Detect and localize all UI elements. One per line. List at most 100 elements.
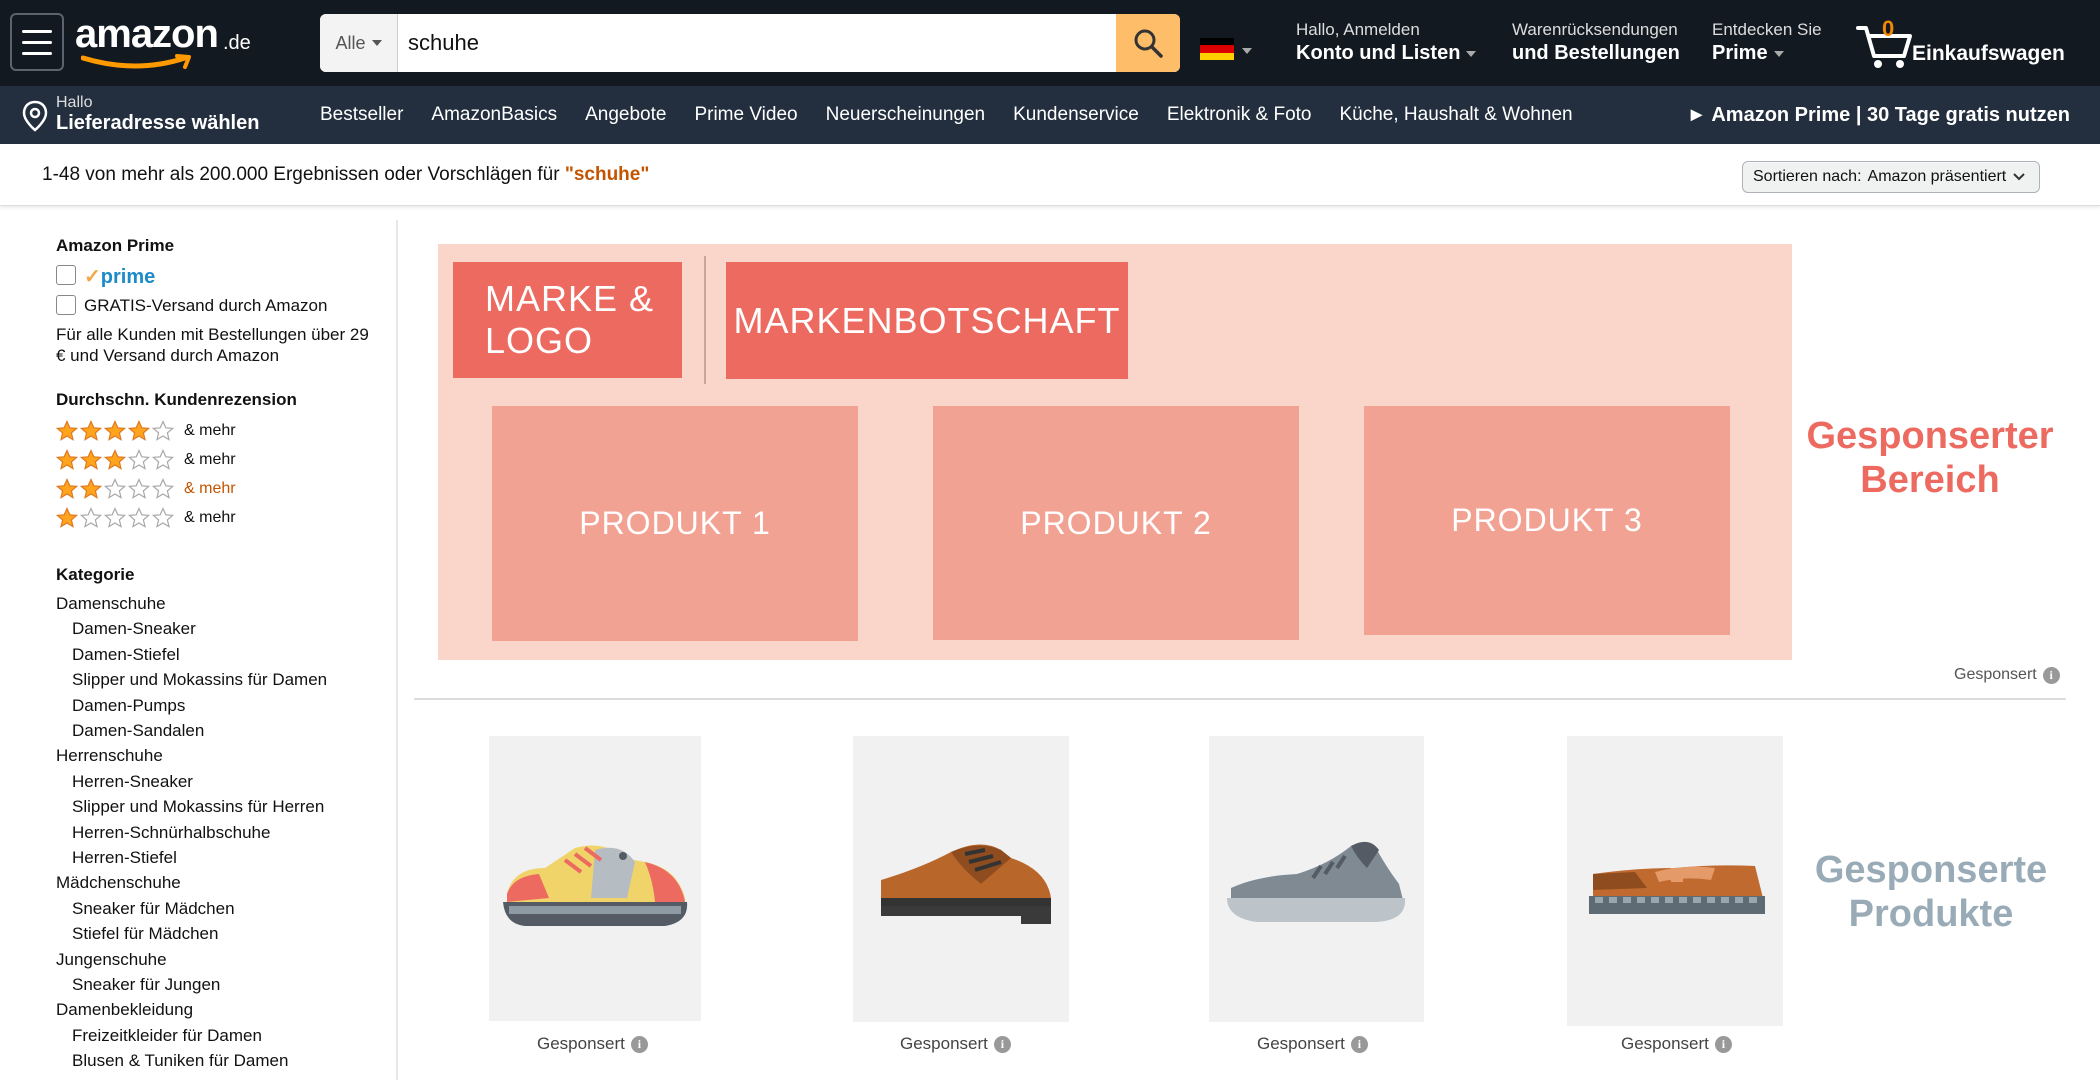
subcategory-item[interactable]: Damen-Stiefel bbox=[72, 645, 180, 665]
hamburger-menu-button[interactable] bbox=[10, 13, 64, 71]
sponsored-product-card[interactable] bbox=[1209, 736, 1424, 1022]
results-query: "schuhe" bbox=[564, 164, 650, 185]
subcategory-item[interactable]: Sneaker für Jungen bbox=[72, 975, 220, 995]
star-filled-icon bbox=[56, 507, 78, 528]
prime-menu[interactable]: Entdecken Sie Prime bbox=[1712, 20, 1822, 65]
subcategory-item[interactable]: Damen-Pumps bbox=[72, 696, 185, 716]
search-category-label: Alle bbox=[335, 32, 366, 53]
subcategory-item[interactable]: Damen-Sandalen bbox=[72, 721, 204, 741]
subcategory-item[interactable]: Herren-Schnürhalbschuhe bbox=[72, 823, 270, 843]
category-item[interactable]: Damenschuhe bbox=[56, 594, 166, 614]
german-flag-icon[interactable] bbox=[1200, 38, 1234, 60]
prime-logo: ✓prime bbox=[84, 264, 155, 289]
banner-sponsored-label[interactable]: Gesponsert i bbox=[1954, 666, 2060, 684]
subcategory-item[interactable]: Blusen & Tuniken für Damen bbox=[72, 1051, 288, 1071]
subcategory-item[interactable]: Sneaker für Mädchen bbox=[72, 899, 235, 919]
brand-logo-label: MARKE & LOGO bbox=[485, 278, 655, 361]
info-icon[interactable]: i bbox=[1714, 1035, 1732, 1053]
banner-product-label: PRODUKT 2 bbox=[1020, 504, 1212, 541]
star-empty-icon bbox=[128, 478, 150, 499]
category-item[interactable]: Damenbekleidung bbox=[56, 1000, 193, 1020]
brand-message-block[interactable]: MARKENBOTSCHAFT bbox=[726, 262, 1128, 379]
star-empty-icon bbox=[152, 449, 174, 470]
banner-product-2[interactable]: PRODUKT 2 bbox=[933, 406, 1299, 640]
subcategory-item[interactable]: Damen-Sneaker bbox=[72, 619, 196, 639]
rating-filter-row[interactable]: & mehr bbox=[56, 507, 236, 529]
subcategory-item[interactable]: Herren-Stiefel bbox=[72, 848, 177, 868]
banner-product-3[interactable]: PRODUKT 3 bbox=[1364, 406, 1730, 635]
subnav-link-bestseller[interactable]: Bestseller bbox=[320, 104, 403, 126]
sponsored-product-card[interactable] bbox=[489, 736, 701, 1021]
info-icon[interactable]: i bbox=[993, 1035, 1011, 1053]
search-category-dropdown[interactable]: Alle bbox=[320, 14, 398, 72]
brand-logo-block[interactable]: MARKE & LOGO bbox=[453, 262, 682, 378]
rating-filter-row[interactable]: & mehr bbox=[56, 449, 236, 471]
product-sponsored-label[interactable]: Gesponsert i bbox=[1257, 1034, 1368, 1054]
subnav-link-angebote[interactable]: Angebote bbox=[585, 104, 666, 126]
chevron-down-icon bbox=[1242, 48, 1252, 54]
search-icon bbox=[1134, 29, 1163, 58]
search-button[interactable] bbox=[1116, 14, 1180, 72]
sponsored-text: Gesponsert bbox=[537, 1034, 625, 1053]
sponsored-area-line2: Bereich bbox=[1860, 459, 2000, 501]
address-label: Lieferadresse wählen bbox=[56, 112, 260, 134]
product-sponsored-label[interactable]: Gesponsert i bbox=[1621, 1034, 1732, 1054]
cart-button[interactable]: 0 Einkaufswagen bbox=[1856, 14, 2086, 74]
subnav-link-neuerscheinungen[interactable]: Neuerscheinungen bbox=[826, 104, 986, 126]
logo-tld: .de bbox=[223, 32, 251, 54]
sponsored-area-line1: Gesponserter bbox=[1806, 415, 2054, 457]
address-greeting: Hallo bbox=[56, 94, 93, 111]
sort-dropdown[interactable]: Sortieren nach: Amazon präsentiert bbox=[1742, 161, 2040, 193]
banner-product-1[interactable]: PRODUKT 1 bbox=[492, 406, 858, 641]
product-sponsored-label[interactable]: Gesponsert i bbox=[900, 1034, 1011, 1054]
category-item[interactable]: Herrenschuhe bbox=[56, 746, 163, 766]
prime-checkbox[interactable] bbox=[56, 265, 76, 285]
free-shipping-label[interactable]: GRATIS-Versand durch Amazon bbox=[84, 296, 327, 316]
subcategory-item[interactable]: Freizeitkleider für Damen bbox=[72, 1026, 262, 1046]
cart-count: 0 bbox=[1882, 16, 1895, 41]
subcategory-item[interactable]: Slipper und Mokassins für Herren bbox=[72, 797, 324, 817]
account-greeting: Hallo, Anmelden bbox=[1296, 20, 1420, 39]
subcategory-item[interactable]: Stiefel für Mädchen bbox=[72, 924, 218, 944]
sponsored-product-card[interactable] bbox=[853, 736, 1069, 1022]
category-item[interactable]: Mädchenschuhe bbox=[56, 873, 181, 893]
sponsored-text: Gesponsert bbox=[900, 1034, 988, 1053]
chevron-down-icon bbox=[1466, 50, 1477, 57]
account-lists-menu[interactable]: Hallo, Anmelden Konto und Listen bbox=[1296, 20, 1477, 65]
star-empty-icon bbox=[128, 507, 150, 528]
amazon-logo[interactable]: amazon .de bbox=[75, 10, 255, 72]
prime-line2: Prime bbox=[1712, 42, 1768, 64]
returns-orders-link[interactable]: Warenrücksendungen und Bestellungen bbox=[1512, 20, 1680, 65]
subnav-link-elektronik[interactable]: Elektronik & Foto bbox=[1167, 104, 1312, 126]
banner-product-label: PRODUKT 3 bbox=[1451, 502, 1643, 538]
rating-filter-label: & mehr bbox=[184, 422, 236, 439]
info-icon[interactable]: i bbox=[2042, 666, 2060, 684]
sponsored-product-card[interactable] bbox=[1567, 736, 1783, 1026]
chevron-down-icon bbox=[1773, 50, 1784, 57]
star-empty-icon bbox=[152, 478, 174, 499]
subnav-link-kueche[interactable]: Küche, Haushalt & Wohnen bbox=[1340, 104, 1573, 126]
free-shipping-checkbox[interactable] bbox=[56, 295, 76, 315]
sponsored-products-annotation: Gesponserte Produkte bbox=[1806, 848, 2056, 936]
rating-filter-row[interactable]: & mehr bbox=[56, 478, 236, 500]
rating-filter-row[interactable]: & mehr bbox=[56, 420, 236, 442]
star-filled-icon bbox=[80, 478, 102, 499]
search-input[interactable] bbox=[408, 14, 1008, 72]
prime-promo-link[interactable]: ► Amazon Prime | 30 Tage gratis nutzen bbox=[1687, 86, 2070, 144]
subcategory-item[interactable]: Herren-Sneaker bbox=[72, 772, 193, 792]
subcategory-item[interactable]: Slipper und Mokassins für Damen bbox=[72, 670, 327, 690]
star-filled-icon bbox=[56, 420, 78, 441]
chevron-down-icon bbox=[371, 40, 382, 46]
free-shipping-note: € und Versand durch Amazon bbox=[56, 346, 280, 365]
category-item[interactable]: Jungenschuhe bbox=[56, 950, 167, 970]
info-icon[interactable]: i bbox=[1350, 1035, 1368, 1053]
info-icon[interactable]: i bbox=[630, 1035, 648, 1053]
star-filled-icon bbox=[104, 420, 126, 441]
subnav-link-kundenservice[interactable]: Kundenservice bbox=[1013, 104, 1139, 126]
product-sponsored-label[interactable]: Gesponsert i bbox=[537, 1034, 648, 1054]
location-pin-icon bbox=[22, 100, 48, 132]
star-empty-icon bbox=[104, 507, 126, 528]
subnav-link-amazonbasics[interactable]: AmazonBasics bbox=[431, 104, 557, 126]
chevron-down-icon bbox=[2013, 173, 2025, 181]
subnav-link-prime-video[interactable]: Prime Video bbox=[694, 104, 797, 126]
